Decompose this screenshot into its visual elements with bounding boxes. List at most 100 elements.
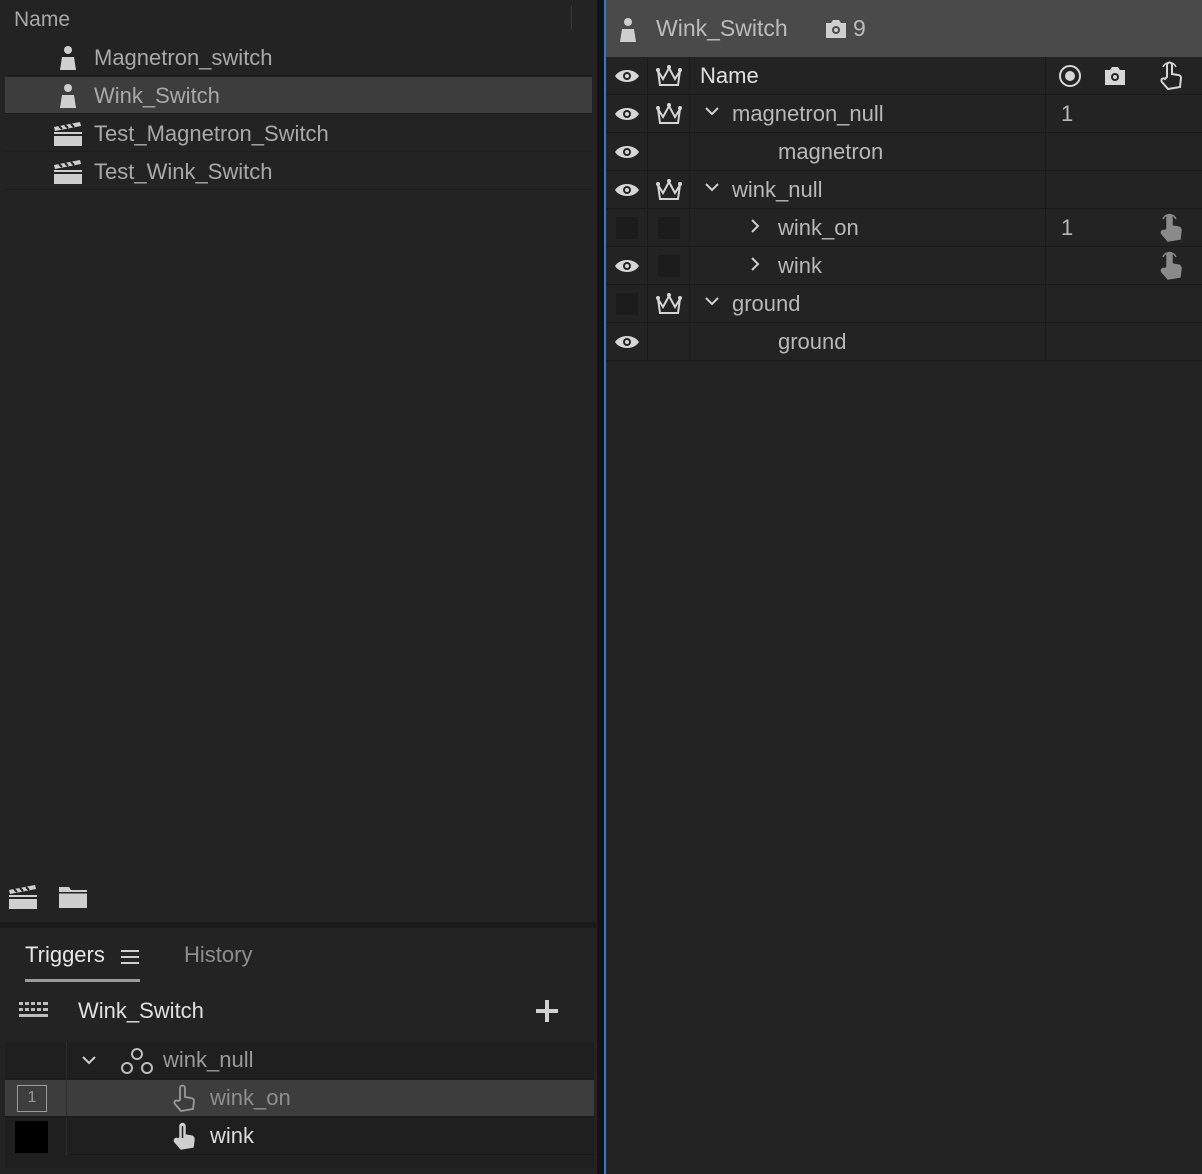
layer-name-cell[interactable]: ground — [690, 285, 1046, 323]
crown-icon[interactable] — [648, 285, 690, 323]
project-panel: Name Magnetron_switch Wink_Switch Test_M… — [0, 0, 598, 922]
layer-name-cell[interactable]: wink_on — [690, 209, 1046, 247]
camera-cell[interactable] — [1092, 323, 1140, 361]
project-item-test-wink-switch[interactable]: Test_Wink_Switch — [5, 153, 592, 190]
eye-icon[interactable] — [606, 247, 648, 285]
crown-cell[interactable] — [648, 323, 690, 361]
layer-row-wink[interactable]: wink — [606, 247, 1202, 285]
camera-icon — [824, 18, 848, 40]
project-item-test-magnetron-switch[interactable]: Test_Magnetron_Switch — [5, 115, 592, 152]
touch-cell[interactable] — [1140, 323, 1202, 361]
tab-label: History — [184, 942, 253, 967]
touch-cell[interactable] — [1140, 95, 1202, 133]
eye-icon[interactable] — [606, 133, 648, 171]
layer-name: ground — [778, 329, 847, 354]
trigger-key-cell[interactable]: 1 — [5, 1080, 67, 1117]
chevron-right-icon[interactable] — [750, 218, 760, 234]
camera-cell[interactable] — [1092, 95, 1140, 133]
name-column-label: Name — [14, 8, 71, 31]
chevron-down-icon[interactable] — [704, 182, 720, 192]
chevron-down-icon[interactable] — [704, 296, 720, 306]
record-cell[interactable]: 1 — [1047, 95, 1092, 133]
project-item-magnetron-switch[interactable]: Magnetron_switch — [5, 39, 592, 76]
crown-toggle-off[interactable] — [648, 247, 690, 285]
camera-cell[interactable] — [1092, 209, 1140, 247]
chevron-down-icon[interactable] — [704, 106, 720, 116]
layer-name: wink_on — [778, 215, 859, 240]
touch-hand-icon — [171, 1084, 197, 1114]
new-folder-icon[interactable] — [56, 880, 90, 914]
crown-toggle-off[interactable] — [648, 209, 690, 247]
camera-icon[interactable] — [1092, 57, 1140, 95]
record-cell[interactable] — [1047, 133, 1092, 171]
layer-name: magnetron — [778, 139, 884, 164]
touch-hand-icon[interactable] — [1140, 247, 1202, 285]
puppet-title-bar: Wink_Switch 9 — [606, 0, 1202, 57]
touch-hand-icon[interactable] — [1140, 209, 1202, 247]
layer-row-ground[interactable]: ground — [606, 323, 1202, 361]
layer-name-cell[interactable]: ground — [690, 323, 1046, 361]
record-cell[interactable] — [1047, 323, 1092, 361]
trigger-key-badge: 1 — [17, 1085, 47, 1112]
name-column-header[interactable]: Name — [690, 57, 1046, 95]
touch-hand-icon[interactable] — [1140, 57, 1202, 95]
eye-toggle-off[interactable] — [606, 209, 648, 247]
chevron-down-icon[interactable] — [81, 1055, 97, 1065]
trigger-group-row[interactable]: wink_null — [5, 1042, 594, 1079]
camera-cell[interactable] — [1092, 247, 1140, 285]
crown-icon[interactable] — [648, 95, 690, 133]
eye-icon[interactable] — [606, 57, 648, 95]
touch-cell[interactable] — [1140, 133, 1202, 171]
layer-row-wink-null[interactable]: wink_null — [606, 171, 1202, 209]
layer-row-magnetron[interactable]: magnetron — [606, 133, 1202, 171]
triggers-panel: Triggers History Wink_Switch wink_null 1… — [0, 928, 598, 1174]
crown-cell[interactable] — [648, 133, 690, 171]
new-scene-icon[interactable] — [6, 880, 40, 914]
eye-toggle-off[interactable] — [606, 285, 648, 323]
puppet-title: Wink_Switch — [656, 15, 788, 41]
trigger-group-label: wink_null — [163, 1047, 254, 1072]
camera-cell[interactable] — [1092, 171, 1140, 209]
tab-history[interactable]: History — [184, 942, 252, 982]
layer-row-magnetron-null[interactable]: magnetron_null 1 — [606, 95, 1202, 133]
add-trigger-icon[interactable] — [534, 998, 560, 1024]
record-cell[interactable] — [1047, 171, 1092, 209]
column-divider[interactable] — [571, 6, 572, 30]
layer-row-ground-group[interactable]: ground — [606, 285, 1202, 323]
project-item-wink-switch[interactable]: Wink_Switch — [5, 77, 592, 114]
tab-triggers[interactable]: Triggers — [25, 942, 140, 982]
record-cell[interactable] — [1047, 285, 1092, 323]
layer-name: wink — [778, 253, 823, 278]
trigger-key-cell[interactable] — [5, 1118, 67, 1155]
crown-icon[interactable] — [648, 57, 690, 95]
camera-cell[interactable] — [1092, 133, 1140, 171]
touch-cell[interactable] — [1140, 171, 1202, 209]
trigger-row-wink-on[interactable]: 1 wink_on — [5, 1080, 594, 1117]
record-cell[interactable] — [1047, 247, 1092, 285]
layer-name-cell[interactable]: magnetron_null — [690, 95, 1046, 133]
layer-name-cell[interactable]: magnetron — [690, 133, 1046, 171]
layer-name-cell[interactable]: wink_null — [690, 171, 1046, 209]
record-icon[interactable] — [1047, 57, 1092, 95]
chevron-right-icon[interactable] — [750, 256, 760, 272]
camera-cell[interactable] — [1092, 285, 1140, 323]
record-cell[interactable]: 1 — [1047, 209, 1092, 247]
layer-name: wink_null — [732, 177, 823, 202]
touch-cell[interactable] — [1140, 285, 1202, 323]
eye-icon[interactable] — [606, 95, 648, 133]
trigger-list: wink_null 1 wink_on wink — [5, 1042, 594, 1168]
trigger-key-cell[interactable] — [5, 1042, 67, 1079]
camera-count: 9 — [853, 15, 866, 41]
hamburger-menu-icon[interactable] — [121, 949, 139, 965]
project-column-header[interactable]: Name — [0, 0, 598, 38]
trigger-key-empty — [15, 1121, 48, 1153]
layer-row-wink-on[interactable]: wink_on 1 — [606, 209, 1202, 247]
eye-icon[interactable] — [606, 323, 648, 361]
trigger-puppet-name: Wink_Switch — [78, 998, 204, 1023]
eye-icon[interactable] — [606, 171, 648, 209]
layer-name-cell[interactable]: wink — [690, 247, 1046, 285]
crown-icon[interactable] — [648, 171, 690, 209]
project-item-label: Test_Wink_Switch — [94, 159, 273, 184]
layer-name: magnetron_null — [732, 101, 884, 126]
trigger-row-wink[interactable]: wink — [5, 1118, 594, 1155]
